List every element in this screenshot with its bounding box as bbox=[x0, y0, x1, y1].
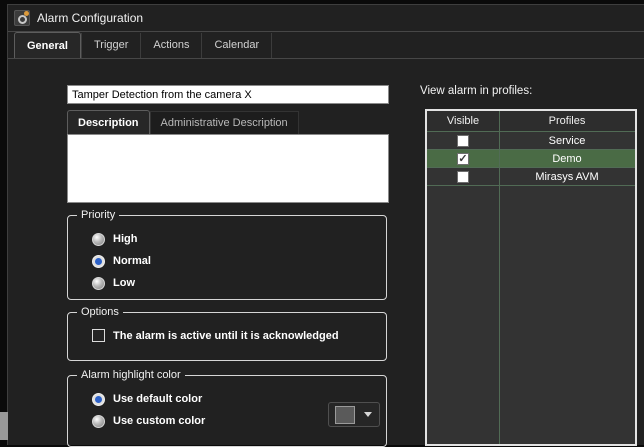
radio-icon-selected[interactable] bbox=[92, 255, 105, 268]
color-swatch bbox=[335, 406, 355, 424]
description-tab-strip: Description Administrative Description bbox=[67, 110, 299, 134]
checkbox-icon[interactable] bbox=[92, 329, 105, 342]
tab-actions[interactable]: Actions bbox=[141, 33, 202, 58]
profile-name: Demo bbox=[499, 153, 635, 165]
window-title: Alarm Configuration bbox=[37, 11, 143, 25]
visible-checkbox[interactable] bbox=[457, 135, 469, 147]
visible-checkbox[interactable] bbox=[457, 171, 469, 183]
tab-calendar[interactable]: Calendar bbox=[202, 33, 272, 58]
priority-group: Priority High Normal Low bbox=[67, 215, 387, 300]
orange-dot bbox=[24, 11, 29, 16]
left-edge-fragment bbox=[0, 412, 8, 440]
profiles-panel-label: View alarm in profiles: bbox=[420, 85, 532, 97]
radio-priority-high[interactable]: High bbox=[92, 228, 386, 250]
highlight-color-group: Alarm highlight color Use default color … bbox=[67, 375, 387, 447]
title-bar: Alarm Configuration bbox=[8, 5, 644, 31]
radio-icon[interactable] bbox=[92, 233, 105, 246]
radio-label: Use default color bbox=[113, 393, 202, 405]
profiles-table: Visible Profiles Service ✓ Demo Mirasys … bbox=[425, 109, 637, 446]
tab-trigger[interactable]: Trigger bbox=[81, 33, 141, 58]
column-header-visible: Visible bbox=[427, 115, 499, 127]
acknowledge-checkbox-row[interactable]: The alarm is active until it is acknowle… bbox=[92, 329, 386, 342]
radio-priority-normal[interactable]: Normal bbox=[92, 250, 386, 272]
gear-glyph bbox=[18, 15, 27, 24]
custom-color-dropdown[interactable] bbox=[328, 402, 380, 427]
checkbox-label: The alarm is active until it is acknowle… bbox=[113, 330, 339, 342]
table-row-mirasys-avm[interactable]: Mirasys AVM bbox=[427, 168, 635, 186]
radio-icon[interactable] bbox=[92, 415, 105, 428]
radio-icon-selected[interactable] bbox=[92, 393, 105, 406]
tab-administrative-description[interactable]: Administrative Description bbox=[150, 111, 299, 134]
priority-legend: Priority bbox=[77, 209, 119, 221]
gear-icon bbox=[14, 10, 30, 26]
radio-label: Low bbox=[113, 277, 135, 289]
tabstrip-divider bbox=[8, 58, 644, 59]
tab-general[interactable]: General bbox=[14, 32, 81, 58]
column-header-profiles: Profiles bbox=[499, 115, 635, 127]
radio-label: High bbox=[113, 233, 137, 245]
radio-priority-low[interactable]: Low bbox=[92, 272, 386, 294]
options-group: Options The alarm is active until it is … bbox=[67, 312, 387, 361]
description-textarea[interactable] bbox=[67, 134, 389, 203]
visible-checkbox-checked[interactable]: ✓ bbox=[457, 153, 469, 165]
highlight-legend: Alarm highlight color bbox=[77, 369, 185, 381]
chevron-down-icon bbox=[364, 412, 372, 417]
tab-description[interactable]: Description bbox=[67, 110, 150, 134]
profile-name: Mirasys AVM bbox=[499, 171, 635, 183]
profile-name: Service bbox=[499, 135, 635, 147]
alarm-name-input[interactable] bbox=[67, 85, 389, 104]
alarm-configuration-window: Alarm Configuration General Trigger Acti… bbox=[7, 4, 644, 445]
table-row-service[interactable]: Service bbox=[427, 132, 635, 150]
options-legend: Options bbox=[77, 306, 123, 318]
column-divider bbox=[499, 111, 500, 444]
table-header-row: Visible Profiles bbox=[427, 111, 635, 132]
radio-label: Normal bbox=[113, 255, 151, 267]
table-row-demo[interactable]: ✓ Demo bbox=[427, 150, 635, 168]
main-tab-strip: General Trigger Actions Calendar bbox=[8, 32, 644, 58]
radio-label: Use custom color bbox=[113, 415, 205, 427]
radio-icon[interactable] bbox=[92, 277, 105, 290]
